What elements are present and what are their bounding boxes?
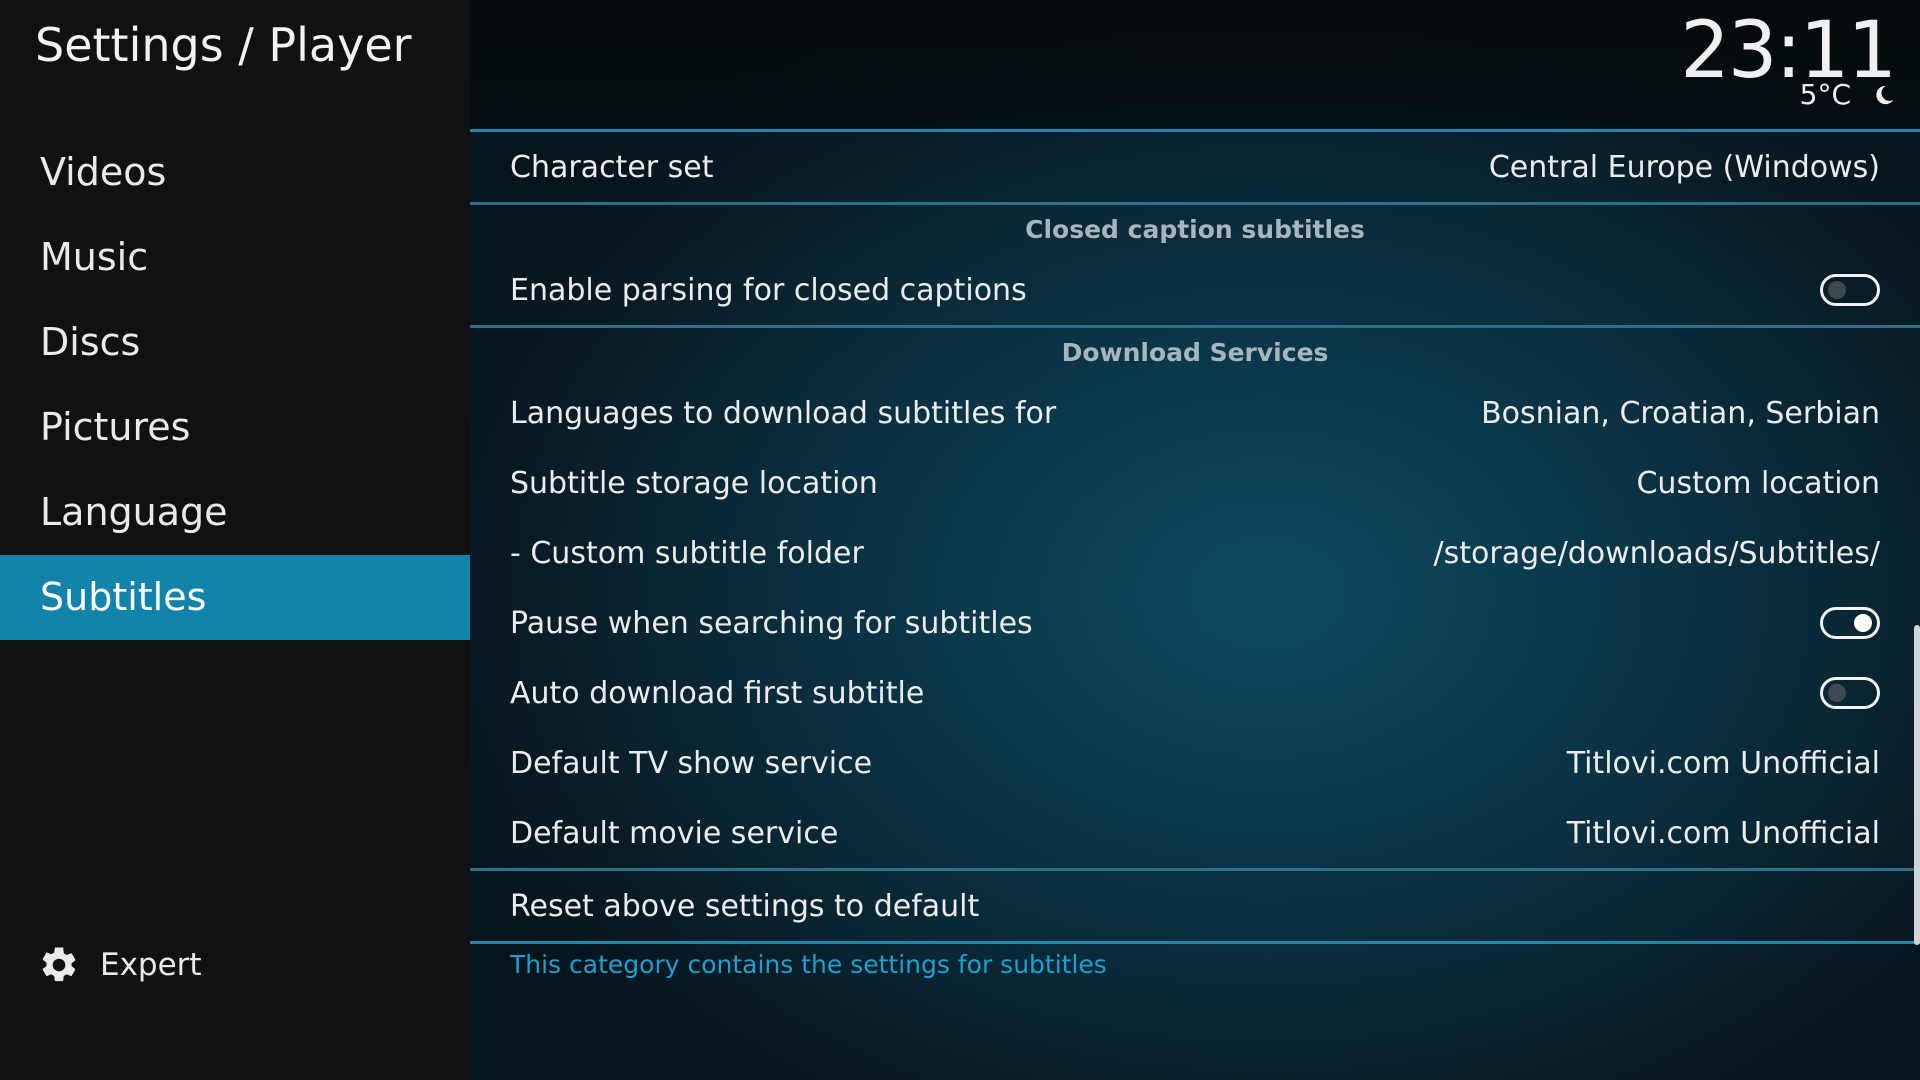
- scrollbar[interactable]: [1914, 625, 1920, 945]
- setting-value: Titlovi.com Unofficial: [1566, 745, 1880, 781]
- expert-label: Expert: [100, 947, 202, 983]
- settings-panel: 23:11 5°C Character set Central Europe (…: [470, 0, 1920, 1080]
- setting-label: - Custom subtitle folder: [510, 535, 864, 571]
- setting-character-set[interactable]: Character set Central Europe (Windows): [470, 132, 1920, 202]
- setting-custom-subtitle-folder[interactable]: - Custom subtitle folder /storage/downlo…: [470, 518, 1920, 588]
- setting-storage-location[interactable]: Subtitle storage location Custom locatio…: [470, 448, 1920, 518]
- group-header-closed-caption: Closed caption subtitles: [1025, 215, 1365, 244]
- setting-download-languages[interactable]: Languages to download subtitles for Bosn…: [470, 378, 1920, 448]
- sidebar-nav: Videos Music Discs Pictures Language Sub…: [0, 130, 470, 640]
- weather-info: 5°C: [1800, 78, 1895, 111]
- setting-value: /storage/downloads/Subtitles/: [1433, 535, 1880, 571]
- setting-default-movie-service[interactable]: Default movie service Titlovi.com Unoffi…: [470, 798, 1920, 868]
- setting-label: Pause when searching for subtitles: [510, 605, 1033, 641]
- setting-value: Bosnian, Croatian, Serbian: [1481, 395, 1880, 431]
- temperature: 5°C: [1799, 78, 1851, 111]
- moon-icon: [1876, 85, 1894, 104]
- setting-label: Default TV show service: [510, 745, 873, 781]
- category-description: This category contains the settings for …: [510, 950, 1107, 979]
- setting-default-tv-service[interactable]: Default TV show service Titlovi.com Unof…: [470, 728, 1920, 798]
- setting-value: Titlovi.com Unofficial: [1566, 815, 1880, 851]
- sidebar-item-discs[interactable]: Discs: [0, 300, 470, 385]
- setting-value: Central Europe (Windows): [1488, 149, 1880, 185]
- sidebar-item-subtitles[interactable]: Subtitles: [0, 555, 470, 640]
- toggle-switch-on[interactable]: [1820, 607, 1880, 639]
- gear-icon: [42, 947, 76, 982]
- setting-auto-download-first[interactable]: Auto download first subtitle: [470, 658, 1920, 728]
- setting-label: Subtitle storage location: [510, 465, 878, 501]
- setting-label: Languages to download subtitles for: [510, 395, 1057, 431]
- sidebar-item-language[interactable]: Language: [0, 470, 470, 555]
- sidebar: Settings / Player Videos Music Discs Pic…: [0, 0, 470, 1080]
- sidebar-item-videos[interactable]: Videos: [0, 130, 470, 215]
- divider: [470, 941, 1920, 944]
- toggle-switch-off[interactable]: [1820, 274, 1880, 306]
- group-header-download-services: Download Services: [1061, 338, 1329, 367]
- expert-level-button[interactable]: Expert: [38, 940, 202, 990]
- setting-label: Character set: [510, 149, 714, 185]
- setting-pause-when-searching[interactable]: Pause when searching for subtitles: [470, 588, 1920, 658]
- setting-label: Reset above settings to default: [510, 888, 980, 924]
- sidebar-item-pictures[interactable]: Pictures: [0, 385, 470, 470]
- setting-value: Custom location: [1636, 465, 1880, 501]
- setting-label: Enable parsing for closed captions: [510, 272, 1027, 308]
- sidebar-item-music[interactable]: Music: [0, 215, 470, 300]
- toggle-switch-off[interactable]: [1820, 677, 1880, 709]
- setting-label: Default movie service: [510, 815, 839, 851]
- page-title: Settings / Player: [35, 18, 412, 72]
- setting-enable-parsing-closed-captions[interactable]: Enable parsing for closed captions: [470, 255, 1920, 325]
- setting-label: Auto download first subtitle: [510, 675, 925, 711]
- settings-list: Character set Central Europe (Windows) C…: [470, 129, 1920, 944]
- reset-settings-button[interactable]: Reset above settings to default: [470, 871, 1920, 941]
